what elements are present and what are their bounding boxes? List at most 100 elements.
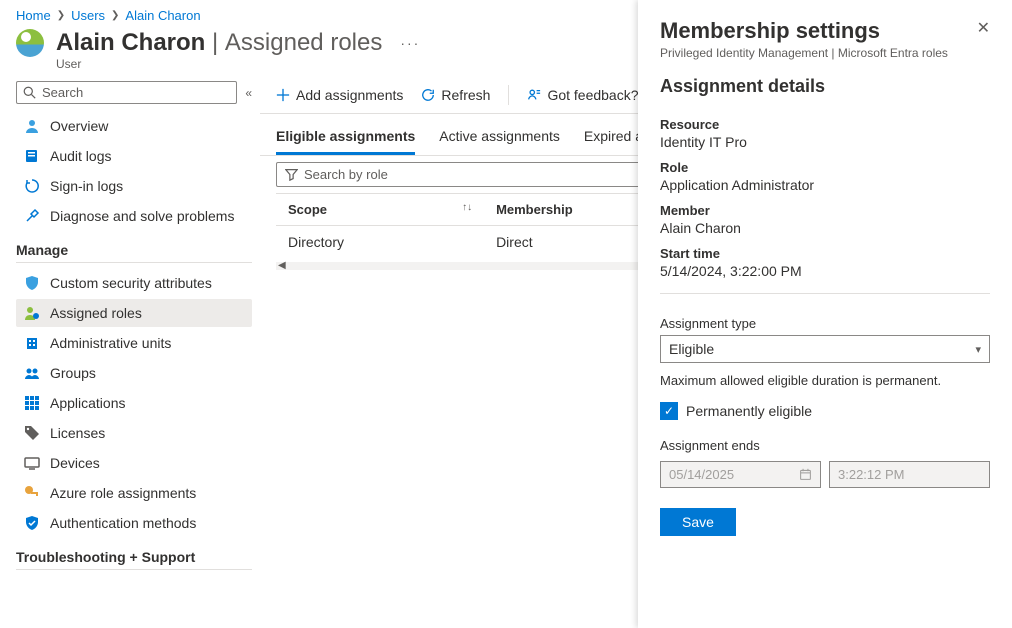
title-divider: | [212, 29, 218, 56]
more-icon[interactable]: ··· [394, 35, 420, 51]
panel-divider [660, 293, 990, 294]
col-label: Membership [496, 202, 573, 217]
sidebar-item-admin-units[interactable]: Administrative units [16, 329, 252, 357]
grid-icon [24, 395, 40, 411]
nav-label: Applications [50, 395, 126, 411]
nav-label: Assigned roles [50, 305, 142, 321]
filter-placeholder: Search by role [304, 167, 388, 182]
sidebar-item-assigned-roles[interactable]: Assigned roles [16, 299, 252, 327]
resource-value: Identity IT Pro [660, 134, 990, 150]
select-value: Eligible [669, 341, 714, 357]
refresh-button[interactable]: Refresh [421, 87, 490, 103]
role-value: Application Administrator [660, 177, 990, 193]
person-role-icon [24, 305, 40, 321]
nav-label: Overview [50, 118, 108, 134]
nav-label: Devices [50, 455, 100, 471]
sidebar-item-auth-methods[interactable]: Authentication methods [16, 509, 252, 537]
cell-scope: Directory [276, 226, 484, 259]
device-icon [24, 455, 40, 471]
end-time-input[interactable]: 3:22:12 PM [829, 461, 990, 488]
end-date-input[interactable]: 05/14/2025 [660, 461, 821, 488]
sidebar-item-overview[interactable]: Overview [16, 112, 252, 140]
search-icon [23, 86, 36, 99]
sidebar-item-applications[interactable]: Applications [16, 389, 252, 417]
close-icon[interactable]: ✕ [977, 18, 990, 38]
nav-label: Azure role assignments [50, 485, 196, 501]
tab-eligible[interactable]: Eligible assignments [276, 118, 415, 155]
toolbar-label: Refresh [441, 87, 490, 103]
building-icon [24, 335, 40, 351]
duration-note: Maximum allowed eligible duration is per… [660, 373, 990, 388]
collapse-sidebar-icon[interactable]: « [245, 86, 252, 100]
col-scope[interactable]: Scope ↑↓ [276, 194, 484, 226]
shield-icon [24, 275, 40, 291]
sidebar-item-devices[interactable]: Devices [16, 449, 252, 477]
calendar-icon [799, 468, 812, 481]
toolbar-label: Got feedback? [547, 87, 638, 103]
sidebar-section-troubleshoot: Troubleshooting + Support [16, 549, 252, 570]
sort-icon[interactable]: ↑↓ [462, 202, 472, 213]
toolbar-label: Add assignments [296, 87, 403, 103]
plus-icon [276, 88, 290, 102]
tab-active[interactable]: Active assignments [439, 118, 560, 155]
sidebar-item-csa[interactable]: Custom security attributes [16, 269, 252, 297]
page-title: Alain Charon | Assigned roles [56, 29, 382, 57]
avatar [16, 29, 44, 57]
nav-label: Licenses [50, 425, 105, 441]
scroll-left-icon[interactable]: ◀ [278, 260, 286, 271]
breadcrumb-users[interactable]: Users [71, 8, 105, 23]
sidebar-section-manage: Manage [16, 242, 252, 263]
toolbar-separator [508, 85, 509, 105]
tools-icon [24, 208, 40, 224]
add-assignments-button[interactable]: Add assignments [276, 87, 403, 103]
membership-settings-panel: Membership settings ✕ Privileged Identit… [638, 0, 1012, 628]
chevron-down-icon: ▾ [975, 343, 981, 356]
panel-subtitle: Privileged Identity Management | Microso… [660, 46, 990, 60]
checkbox-checked-icon: ✓ [660, 402, 678, 420]
key-icon [24, 485, 40, 501]
book-icon [24, 148, 40, 164]
tag-icon [24, 425, 40, 441]
resource-label: Resource [660, 117, 990, 132]
filter-icon [285, 168, 298, 181]
chevron-right-icon: ❯ [111, 10, 119, 21]
chevron-right-icon: ❯ [57, 10, 65, 21]
nav-label: Authentication methods [50, 515, 196, 531]
feedback-icon [527, 88, 541, 102]
end-time-value: 3:22:12 PM [838, 467, 905, 482]
nav-label: Audit logs [50, 148, 111, 164]
sidebar-item-audit-logs[interactable]: Audit logs [16, 142, 252, 170]
start-time-label: Start time [660, 246, 990, 261]
sidebar: Search « Overview Audit logs Sign-in log… [0, 77, 260, 628]
sidebar-search[interactable]: Search [16, 81, 237, 104]
nav-label: Diagnose and solve problems [50, 208, 234, 224]
sidebar-item-azure-roles[interactable]: Azure role assignments [16, 479, 252, 507]
breadcrumb-home[interactable]: Home [16, 8, 51, 23]
feedback-button[interactable]: Got feedback? [527, 87, 638, 103]
sidebar-item-groups[interactable]: Groups [16, 359, 252, 387]
save-button[interactable]: Save [660, 508, 736, 536]
sidebar-search-placeholder: Search [42, 85, 83, 100]
assignment-type-label: Assignment type [660, 316, 990, 331]
signin-icon [24, 178, 40, 194]
page-subtitle: Assigned roles [225, 29, 382, 56]
shield-check-icon [24, 515, 40, 531]
sidebar-item-diagnose[interactable]: Diagnose and solve problems [16, 202, 252, 230]
permanently-eligible-checkbox[interactable]: ✓ Permanently eligible [660, 402, 990, 420]
nav-label: Groups [50, 365, 96, 381]
checkbox-label: Permanently eligible [686, 403, 812, 419]
member-value: Alain Charon [660, 220, 990, 236]
user-display-name: Alain Charon [56, 29, 205, 56]
assignment-type-select[interactable]: Eligible ▾ [660, 335, 990, 363]
nav-label: Custom security attributes [50, 275, 212, 291]
sidebar-item-signin-logs[interactable]: Sign-in logs [16, 172, 252, 200]
refresh-icon [421, 88, 435, 102]
sidebar-item-licenses[interactable]: Licenses [16, 419, 252, 447]
groups-icon [24, 365, 40, 381]
col-label: Scope [288, 202, 327, 217]
breadcrumb-user[interactable]: Alain Charon [125, 8, 200, 23]
nav-label: Sign-in logs [50, 178, 123, 194]
assignment-ends-label: Assignment ends [660, 438, 990, 453]
panel-title: Membership settings [660, 18, 880, 44]
person-icon [24, 118, 40, 134]
